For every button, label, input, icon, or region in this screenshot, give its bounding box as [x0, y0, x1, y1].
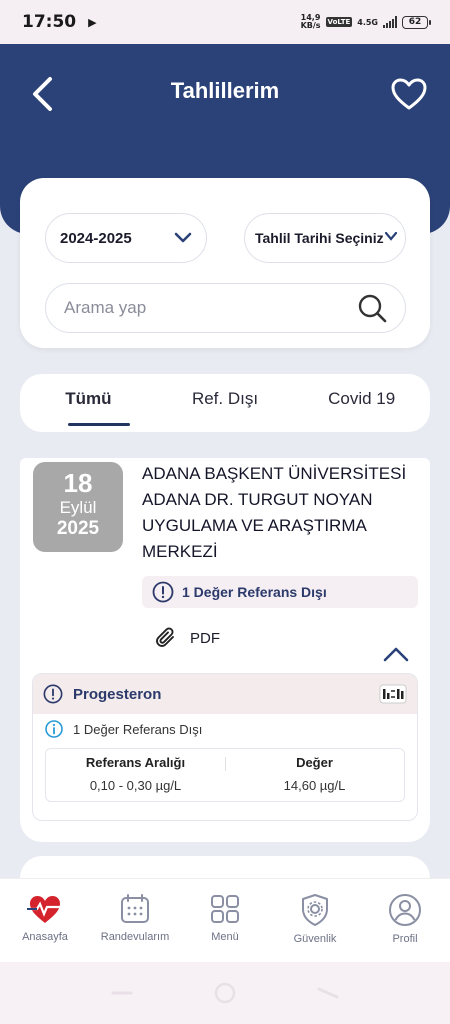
back-arrow-icon[interactable] [317, 986, 339, 1000]
date-select-placeholder: Tahlil Tarihi Seçiniz [255, 230, 384, 246]
test-header[interactable]: Progesteron [33, 674, 417, 714]
value-header: Değer [296, 755, 333, 770]
calendar-icon [121, 894, 149, 923]
play-icon: ▶ [88, 15, 97, 29]
tab-bar: Tümü Ref. Dışı Covid 19 [20, 374, 430, 432]
pdf-button[interactable]: PDF [154, 626, 220, 650]
year-select[interactable]: 2024-2025 [45, 213, 207, 263]
reference-range-value: 0,10 - 0,30 µg/L [89, 778, 182, 793]
status-bar: 17:50 ▶ 14,9 KB/s VoLTE 4.5G 62 [0, 0, 450, 44]
result-card[interactable]: 18 Eylül 2025 ADANA BAŞKENT ÜNİVERSİTESİ… [20, 458, 430, 842]
compare-chart-icon[interactable] [379, 684, 407, 704]
recent-apps-icon[interactable] [111, 988, 133, 998]
search-input[interactable] [64, 298, 357, 318]
nav-security-label: Güvenlik [293, 933, 337, 945]
test-result-box: Progesteron 1 Değer Referans Dışı Refera… [32, 673, 418, 821]
reference-table: Referans Aralığı 0,10 - 0,30 µg/L Değer … [45, 748, 405, 802]
nav-home-label: Anasayfa [22, 931, 68, 943]
out-of-reference-banner: 1 Değer Referans Dışı [142, 576, 418, 608]
user-icon [389, 894, 421, 926]
heart-pulse-icon [27, 896, 63, 923]
status-indicators: 14,9 KB/s VoLTE 4.5G 62 [301, 14, 431, 30]
info-icon [45, 720, 63, 738]
chevron-down-icon [385, 232, 397, 241]
nav-menu-label: Menü [211, 931, 239, 943]
date-month: Eylül [59, 498, 97, 517]
speed-unit: KB/s [300, 21, 321, 30]
tab-out-of-reference[interactable]: Ref. Dışı [157, 374, 294, 432]
battery-icon: 62 [402, 15, 431, 29]
filter-card: 2024-2025 Tahlil Tarihi Seçiniz [20, 178, 430, 348]
nav-profile[interactable]: Profil [360, 879, 450, 962]
nav-menu[interactable]: Menü [180, 879, 270, 962]
value-column: Değer 14,60 µg/L [225, 749, 404, 801]
nav-profile-label: Profil [392, 933, 418, 945]
nav-appointments-label: Randevularım [100, 931, 170, 943]
tab-covid19[interactable]: Covid 19 [293, 374, 430, 432]
date-year: 2025 [56, 518, 100, 539]
nav-security[interactable]: Güvenlik [270, 879, 360, 962]
shield-gear-icon [302, 894, 328, 926]
test-name: Progesteron [73, 685, 162, 703]
reference-range-header: Referans Aralığı [85, 755, 186, 770]
exclamation-icon [43, 684, 63, 704]
signal-icon [383, 16, 397, 28]
grid-icon [211, 895, 239, 923]
search-box[interactable] [45, 283, 406, 333]
system-navigation [0, 962, 450, 1024]
test-info-row: 1 Değer Referans Dışı [33, 714, 417, 744]
paperclip-icon [156, 627, 174, 647]
date-select[interactable]: Tahlil Tarihi Seçiniz [244, 213, 406, 263]
nav-home[interactable]: Anasayfa [0, 879, 90, 962]
page-title: Tahlillerim [170, 78, 280, 103]
status-time: 17:50 [22, 12, 77, 32]
chevron-down-icon [174, 232, 192, 243]
year-select-value: 2024-2025 [60, 229, 132, 247]
tab-all[interactable]: Tümü [20, 374, 157, 432]
network-speed: 14,9 KB/s [301, 14, 321, 30]
date-day: 18 [63, 468, 93, 498]
nav-appointments[interactable]: Randevularım [90, 879, 180, 962]
date-badge: 18 Eylül 2025 [33, 462, 123, 552]
network-type: 4.5G [357, 17, 378, 27]
test-value: 14,60 µg/L [283, 778, 346, 793]
out-of-reference-text: 1 Değer Referans Dışı [182, 584, 327, 600]
hospital-name: ADANA BAŞKENT ÜNİVERSİTESİ ADANA DR. TUR… [142, 464, 407, 561]
home-circle-icon[interactable] [213, 981, 237, 1005]
pdf-label: PDF [190, 629, 220, 647]
reference-column: Referans Aralığı 0,10 - 0,30 µg/L [46, 749, 225, 801]
exclamation-icon [152, 581, 174, 603]
chevron-up-icon[interactable] [382, 644, 410, 664]
favorite-button[interactable] [388, 74, 430, 114]
volte-badge: VoLTE [325, 17, 353, 27]
search-icon[interactable] [357, 293, 387, 323]
test-info-text: 1 Değer Referans Dışı [73, 721, 203, 737]
heart-icon [391, 78, 427, 110]
bottom-navigation: Anasayfa Randevularım Menü Güvenlik Prof… [0, 878, 450, 962]
